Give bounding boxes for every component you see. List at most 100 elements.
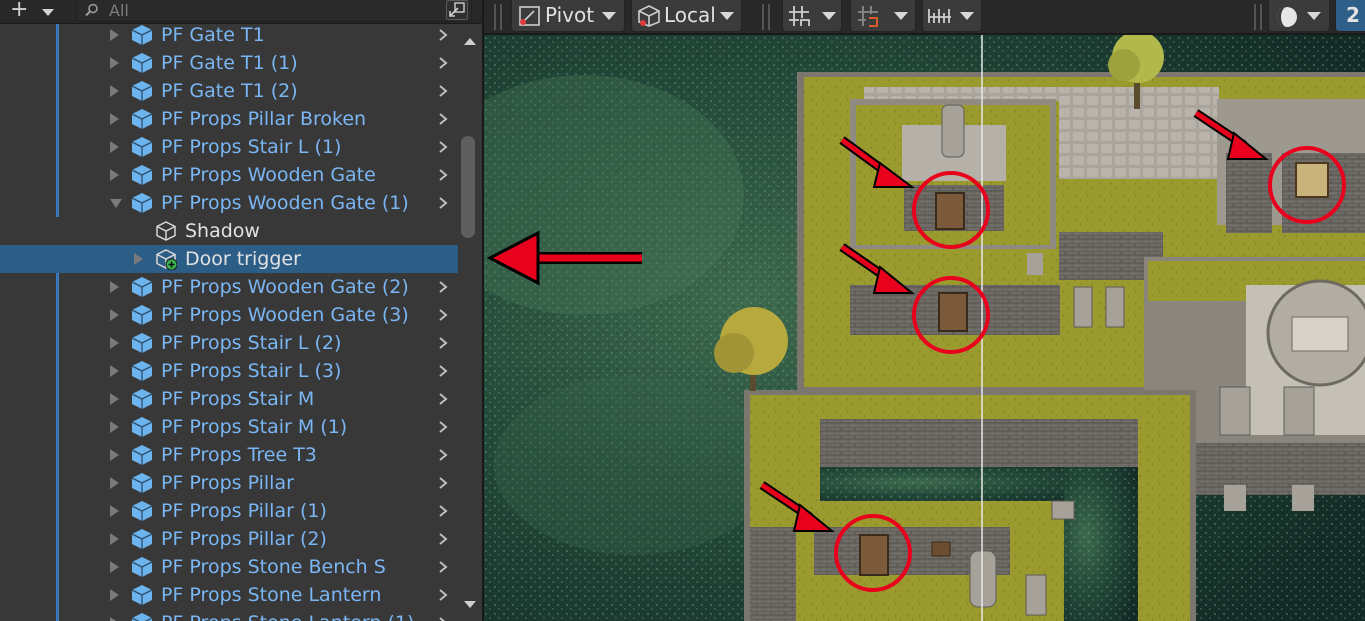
hierarchy-item-label: PF Props Pillar [161, 472, 294, 494]
expand-arrow-icon[interactable] [110, 421, 119, 433]
open-prefab-chevron-icon[interactable] [437, 616, 449, 621]
search-input[interactable] [109, 0, 439, 20]
open-prefab-chevron-icon[interactable] [437, 308, 449, 322]
hierarchy-row[interactable]: Door trigger [0, 245, 458, 273]
open-prefab-chevron-icon[interactable] [437, 476, 449, 490]
scroll-thumb[interactable] [461, 136, 475, 238]
open-prefab-chevron-icon[interactable] [437, 504, 449, 518]
expand-arrow-icon[interactable] [110, 533, 119, 545]
expand-arrow-icon[interactable] [110, 113, 119, 125]
hierarchy-prefab-row[interactable]: PF Props Stair L (2) [0, 329, 458, 357]
hierarchy-prefab-row[interactable]: PF Props Wooden Gate (3) [0, 301, 458, 329]
ruler-toggle[interactable] [922, 0, 982, 32]
hierarchy-search[interactable] [76, 0, 472, 22]
expand-arrow-icon[interactable] [110, 477, 119, 489]
hierarchy-item-label: PF Props Tree T3 [161, 444, 317, 466]
shading-mode-button[interactable] [1268, 0, 1330, 32]
hierarchy-prefab-row[interactable]: PF Props Pillar (1) [0, 497, 458, 525]
hierarchy-prefab-row[interactable]: PF Props Stair L (1) [0, 133, 458, 161]
open-prefab-chevron-icon[interactable] [437, 560, 449, 574]
expand-arrow-icon[interactable] [110, 169, 119, 181]
hierarchy-prefab-row[interactable]: PF Props Wooden Gate (1) [0, 189, 458, 217]
grid-snap-toggle[interactable] [782, 0, 842, 32]
expand-arrow-icon[interactable] [110, 337, 119, 349]
open-prefab-chevron-icon[interactable] [437, 140, 449, 154]
expand-arrow-icon[interactable] [110, 141, 119, 153]
expand-arrow-icon[interactable] [110, 309, 119, 321]
hierarchy-prefab-row[interactable]: PF Props Pillar Broken [0, 105, 458, 133]
toolbar-grip [494, 4, 496, 30]
gameobject-icon [156, 221, 176, 241]
expand-arrow-icon[interactable] [110, 449, 119, 461]
hierarchy-prefab-row[interactable]: PF Gate T1 (2) [0, 77, 458, 105]
hierarchy-prefab-row[interactable]: PF Props Wooden Gate (2) [0, 273, 458, 301]
open-prefab-chevron-icon[interactable] [437, 336, 449, 350]
local-toggle[interactable]: Local [631, 0, 742, 32]
open-prefab-chevron-icon[interactable] [437, 56, 449, 70]
create-button[interactable]: + [6, 0, 58, 24]
open-prefab-chevron-icon[interactable] [437, 280, 449, 294]
cube-icon [638, 5, 660, 27]
expand-arrow-icon[interactable] [110, 29, 119, 41]
hierarchy-prefab-row[interactable]: PF Props Stone Bench S [0, 553, 458, 581]
hierarchy-prefab-row[interactable]: PF Gate T1 (1) [0, 49, 458, 77]
open-prefab-chevron-icon[interactable] [437, 84, 449, 98]
hierarchy-indent-guide [56, 301, 59, 329]
hierarchy-indent-guide [56, 133, 59, 161]
search-filter-button[interactable] [446, 0, 468, 20]
open-prefab-chevron-icon[interactable] [437, 112, 449, 126]
expand-arrow-open-icon[interactable] [110, 199, 122, 208]
hierarchy-scrollbar[interactable] [458, 24, 482, 621]
open-prefab-chevron-icon[interactable] [437, 392, 449, 406]
hierarchy-item-label: PF Props Wooden Gate [161, 164, 376, 186]
prefab-cube-icon [131, 109, 153, 129]
hierarchy-prefab-row[interactable]: PF Props Pillar [0, 469, 458, 497]
mode-2d-toggle[interactable]: 2 [1335, 0, 1365, 32]
pivot-toggle[interactable]: Pivot [511, 0, 625, 32]
hierarchy-prefab-row[interactable]: PF Props Pillar (2) [0, 525, 458, 553]
open-prefab-chevron-icon[interactable] [437, 364, 449, 378]
wooden-door [859, 534, 889, 576]
hierarchy-prefab-row[interactable]: PF Props Stone Lantern (1) [0, 609, 458, 621]
open-prefab-chevron-icon[interactable] [437, 448, 449, 462]
open-prefab-chevron-icon[interactable] [437, 420, 449, 434]
wooden-gate [1295, 162, 1329, 198]
scene-canvas[interactable] [484, 35, 1365, 621]
expand-arrow-icon[interactable] [110, 589, 119, 601]
pillar [1073, 286, 1093, 328]
open-prefab-chevron-icon[interactable] [437, 532, 449, 546]
hierarchy-prefab-row[interactable]: PF Props Wooden Gate [0, 161, 458, 189]
open-prefab-chevron-icon[interactable] [437, 168, 449, 182]
shading-sphere-icon [1277, 7, 1297, 27]
scroll-up-arrow-icon[interactable] [464, 38, 476, 45]
expand-arrow-icon[interactable] [110, 365, 119, 377]
hierarchy-prefab-row[interactable]: PF Props Stair M (1) [0, 413, 458, 441]
hierarchy-prefab-row[interactable]: PF Props Stone Lantern [0, 581, 458, 609]
open-prefab-chevron-icon[interactable] [437, 588, 449, 602]
expand-arrow-icon[interactable] [134, 253, 143, 265]
hierarchy-item-label: PF Props Stair L (1) [161, 136, 342, 158]
hierarchy-prefab-row[interactable]: PF Gate T1 [0, 24, 458, 49]
expand-arrow-icon[interactable] [110, 57, 119, 69]
scene-view[interactable] [484, 35, 1365, 621]
open-prefab-chevron-icon[interactable] [437, 28, 449, 42]
hierarchy-prefab-row[interactable]: PF Props Tree T3 [0, 441, 458, 469]
prefab-cube-icon [131, 445, 153, 465]
mode-2d-label: 2 [1346, 3, 1360, 27]
stairs [750, 527, 796, 621]
expand-arrow-icon[interactable] [110, 617, 119, 621]
hierarchy-prefab-row[interactable]: PF Props Stair M [0, 385, 458, 413]
expand-arrow-icon[interactable] [110, 561, 119, 573]
increment-snap-toggle[interactable] [850, 0, 916, 32]
expand-arrow-icon[interactable] [110, 505, 119, 517]
hierarchy-item-label: PF Props Stair M (1) [161, 416, 348, 438]
open-prefab-chevron-icon[interactable] [437, 196, 449, 210]
expand-arrow-icon[interactable] [110, 281, 119, 293]
hierarchy-toolbar: + [0, 0, 482, 24]
expand-arrow-icon[interactable] [110, 393, 119, 405]
hierarchy-prefab-row[interactable]: PF Props Stair L (3) [0, 357, 458, 385]
hierarchy-row[interactable]: Shadow [0, 217, 458, 245]
scroll-down-arrow-icon[interactable] [464, 601, 476, 608]
stone-post [1224, 485, 1246, 511]
expand-arrow-icon[interactable] [110, 85, 119, 97]
